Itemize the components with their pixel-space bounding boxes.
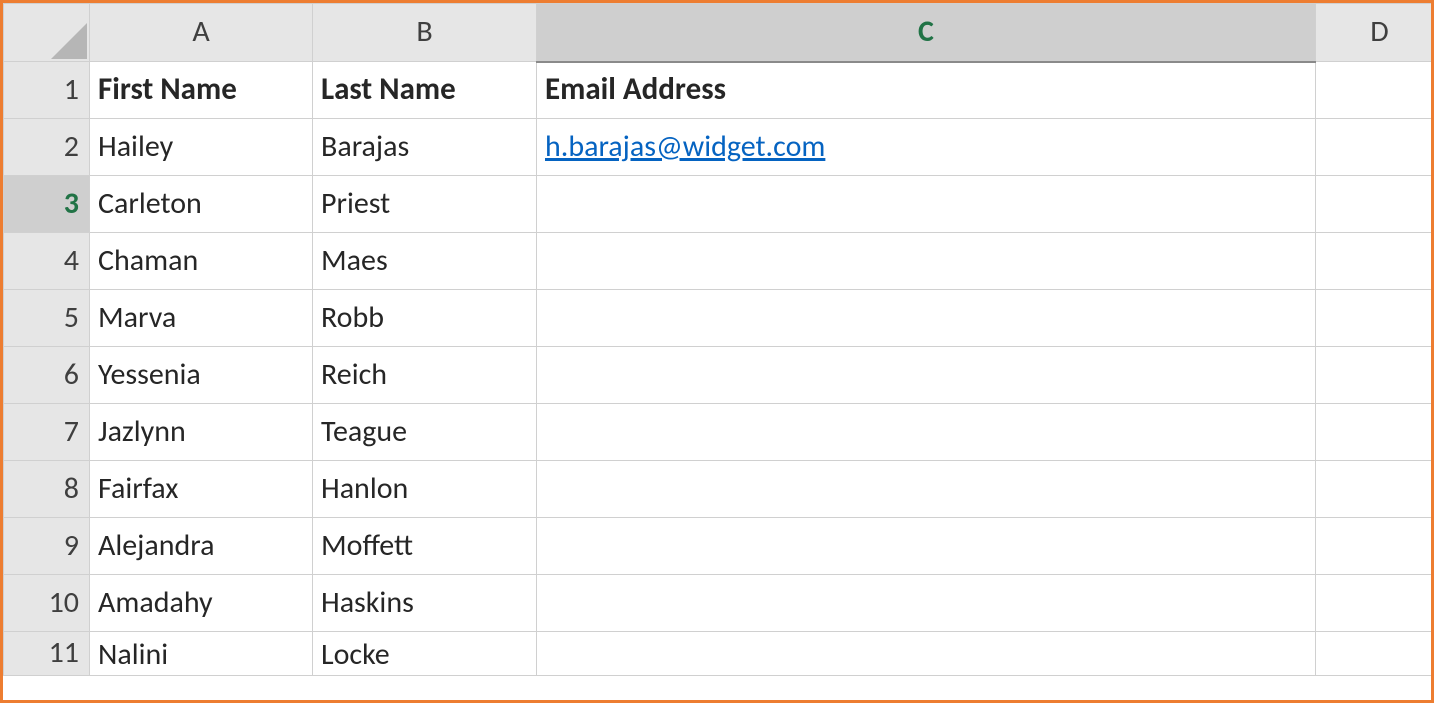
cell-b9[interactable]: Moffett <box>313 518 537 575</box>
cell-d1[interactable] <box>1316 62 1434 119</box>
cell-d7[interactable] <box>1316 404 1434 461</box>
table-row: 6 Yessenia Reich <box>4 347 1434 404</box>
cell-d10[interactable] <box>1316 575 1434 632</box>
select-all-corner[interactable] <box>4 4 90 62</box>
column-header-b[interactable]: B <box>313 4 537 62</box>
cell-d4[interactable] <box>1316 233 1434 290</box>
cell-a3[interactable]: Carleton <box>90 176 313 233</box>
table-row: 3 Carleton Priest <box>4 176 1434 233</box>
cell-b2[interactable]: Barajas <box>313 119 537 176</box>
cell-d3[interactable] <box>1316 176 1434 233</box>
table-row: 8 Fairfax Hanlon <box>4 461 1434 518</box>
cell-c3[interactable] <box>537 176 1316 233</box>
cell-c11[interactable] <box>537 632 1316 676</box>
cell-d6[interactable] <box>1316 347 1434 404</box>
table-row: 7 Jazlynn Teague <box>4 404 1434 461</box>
row-header[interactable]: 10 <box>4 575 90 632</box>
spreadsheet-frame: A B C D 1 First Name Last Name Email Add… <box>0 0 1434 703</box>
row-header[interactable]: 4 <box>4 233 90 290</box>
cell-a11[interactable]: Nalini <box>90 632 313 676</box>
column-header-row: A B C D <box>4 4 1434 62</box>
column-header-a[interactable]: A <box>90 4 313 62</box>
row-header[interactable]: 5 <box>4 290 90 347</box>
cell-a2[interactable]: Hailey <box>90 119 313 176</box>
cell-a9[interactable]: Alejandra <box>90 518 313 575</box>
cell-a1[interactable]: First Name <box>90 62 313 119</box>
cell-c6[interactable] <box>537 347 1316 404</box>
cell-d5[interactable] <box>1316 290 1434 347</box>
cell-b3[interactable]: Priest <box>313 176 537 233</box>
row-header[interactable]: 6 <box>4 347 90 404</box>
cell-d2[interactable] <box>1316 119 1434 176</box>
cell-b1[interactable]: Last Name <box>313 62 537 119</box>
row-header[interactable]: 2 <box>4 119 90 176</box>
cell-b6[interactable]: Reich <box>313 347 537 404</box>
row-header[interactable]: 1 <box>4 62 90 119</box>
row-header[interactable]: 11 <box>4 632 90 676</box>
cell-b5[interactable]: Robb <box>313 290 537 347</box>
column-header-c[interactable]: C <box>537 4 1316 62</box>
select-all-triangle-icon <box>51 23 87 59</box>
cell-c9[interactable] <box>537 518 1316 575</box>
cell-b10[interactable]: Haskins <box>313 575 537 632</box>
table-row: 5 Marva Robb <box>4 290 1434 347</box>
cell-c1[interactable]: Email Address <box>537 62 1316 119</box>
cell-d11[interactable] <box>1316 632 1434 676</box>
cell-b4[interactable]: Maes <box>313 233 537 290</box>
cell-a7[interactable]: Jazlynn <box>90 404 313 461</box>
email-link[interactable]: h.barajas@widget.com <box>545 128 825 165</box>
cell-d8[interactable] <box>1316 461 1434 518</box>
cell-c8[interactable] <box>537 461 1316 518</box>
table-row: 4 Chaman Maes <box>4 233 1434 290</box>
cell-a6[interactable]: Yessenia <box>90 347 313 404</box>
cell-b8[interactable]: Hanlon <box>313 461 537 518</box>
table-row: 1 First Name Last Name Email Address <box>4 62 1434 119</box>
column-header-d[interactable]: D <box>1316 4 1434 62</box>
cell-a8[interactable]: Fairfax <box>90 461 313 518</box>
row-header[interactable]: 9 <box>4 518 90 575</box>
cell-b11[interactable]: Locke <box>313 632 537 676</box>
table-row: 9 Alejandra Moffett <box>4 518 1434 575</box>
cell-c5[interactable] <box>537 290 1316 347</box>
cell-a5[interactable]: Marva <box>90 290 313 347</box>
row-header[interactable]: 7 <box>4 404 90 461</box>
table-row: 11 Nalini Locke <box>4 632 1434 676</box>
cell-a10[interactable]: Amadahy <box>90 575 313 632</box>
cell-c2[interactable]: h.barajas@widget.com <box>537 119 1316 176</box>
spreadsheet-grid[interactable]: A B C D 1 First Name Last Name Email Add… <box>3 3 1434 676</box>
cell-a4[interactable]: Chaman <box>90 233 313 290</box>
cell-c10[interactable] <box>537 575 1316 632</box>
table-row: 2 Hailey Barajas h.barajas@widget.com <box>4 119 1434 176</box>
table-row: 10 Amadahy Haskins <box>4 575 1434 632</box>
cell-b7[interactable]: Teague <box>313 404 537 461</box>
cell-c4[interactable] <box>537 233 1316 290</box>
cell-c7[interactable] <box>537 404 1316 461</box>
cell-d9[interactable] <box>1316 518 1434 575</box>
row-header[interactable]: 3 <box>4 176 90 233</box>
row-header[interactable]: 8 <box>4 461 90 518</box>
